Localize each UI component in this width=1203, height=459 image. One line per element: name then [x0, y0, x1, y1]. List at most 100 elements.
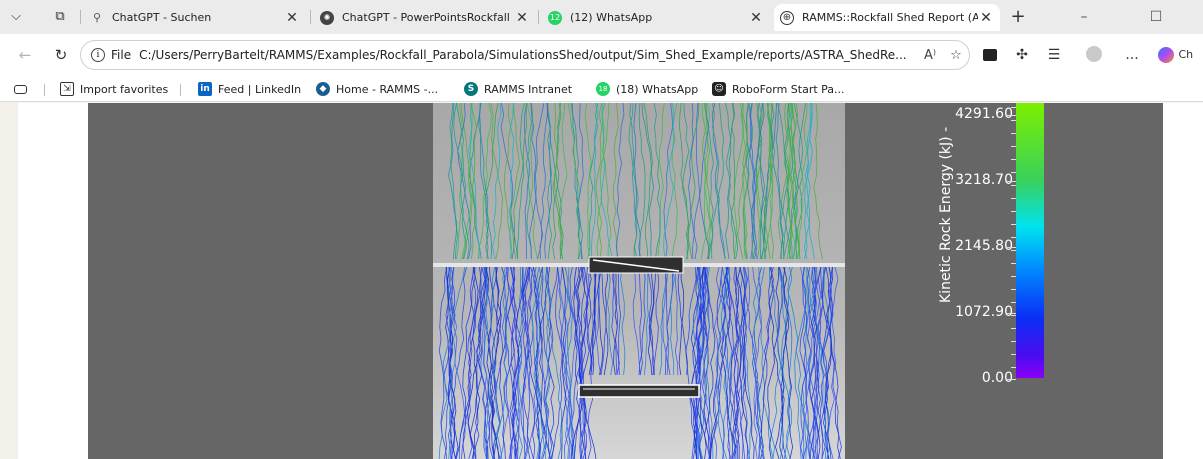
whatsapp-icon: 18: [596, 82, 610, 96]
whatsapp-icon: 12: [548, 10, 562, 25]
upper-shed-block: [588, 256, 684, 274]
sidebar-toggle-icon[interactable]: [14, 80, 27, 98]
favorite-label: Feed | LinkedIn: [218, 82, 302, 96]
favorite-ramms-intranet[interactable]: S RAMMS Intranet: [464, 80, 572, 98]
colorbar-minor-tick: [1011, 289, 1016, 290]
favorites-divider: [44, 84, 45, 96]
colorbar-tick-label: 1072.90: [955, 304, 1013, 320]
favorite-import[interactable]: ⇲ Import favorites: [60, 80, 168, 98]
close-tab-icon[interactable]: ✕: [514, 10, 530, 26]
address-scheme: File: [111, 48, 132, 62]
colorbar-tick-label: 3218.70: [955, 172, 1013, 188]
profile-avatar[interactable]: [1084, 46, 1104, 64]
info-icon[interactable]: i: [91, 48, 105, 62]
favorite-linkedin[interactable]: in Feed | LinkedIn: [198, 80, 301, 98]
sharepoint-icon: S: [464, 82, 478, 96]
tab-label: (12) WhatsApp: [570, 11, 653, 24]
report-page: Kinetic Rock Energy (kJ) - 4291.60 3218.7…: [18, 103, 1203, 459]
tab-label: ChatGPT - Suchen: [112, 11, 212, 24]
energy-colorbar: [1016, 103, 1044, 378]
tab-label: ChatGPT - PowerPointsRockfall: [342, 11, 510, 24]
colorbar-minor-tick: [1011, 250, 1016, 251]
ramms-icon: ◆: [316, 82, 330, 96]
colorbar-tick: [1006, 247, 1016, 248]
favorite-label: RAMMS Intranet: [484, 82, 573, 96]
linkedin-icon: in: [198, 82, 212, 96]
colorbar-tick: [1006, 181, 1016, 182]
colorbar-tick-label: 4291.60: [955, 106, 1013, 122]
tab-chatgpt-suchen[interactable]: ⚲ ChatGPT - Suchen ✕: [84, 4, 306, 31]
workspaces-icon[interactable]: ⧉: [52, 9, 68, 25]
extensions-puzzle-icon[interactable]: ✣: [1012, 46, 1032, 64]
new-tab-plus-icon[interactable]: +: [1010, 8, 1026, 26]
colorbar-minor-tick: [1011, 302, 1016, 303]
colorbar-minor-tick: [1011, 198, 1016, 199]
colorbar-minor-tick: [1011, 237, 1016, 238]
close-tab-icon[interactable]: ✕: [284, 10, 300, 26]
colorbar-minor-tick: [1011, 224, 1016, 225]
openai-icon: ✺: [320, 10, 334, 25]
favorite-label: (18) WhatsApp: [616, 82, 699, 96]
tab-chatgpt-powerpoints[interactable]: ✺ ChatGPT - PowerPointsRockfall ✕: [314, 4, 536, 31]
search-icon: ⚲: [92, 11, 102, 24]
colorbar-tick: [1006, 379, 1016, 380]
favorite-star-icon[interactable]: ☆: [943, 48, 969, 63]
tab-whatsapp[interactable]: 12 (12) WhatsApp ✕: [542, 4, 770, 31]
colorbar-minor-tick: [1011, 263, 1016, 264]
colorbar-minor-tick: [1011, 276, 1016, 277]
colorbar-minor-tick: [1011, 341, 1016, 342]
colorbar-tick: [1006, 313, 1016, 314]
close-tab-icon[interactable]: ✕: [978, 10, 994, 26]
navigation-toolbar: ← ↻ i File C:/Users/PerryBartelt/RAMMS/E…: [0, 34, 1203, 76]
more-menu-icon[interactable]: ...: [1122, 46, 1142, 64]
tab-strip: ⌵ ⧉ ⚲ ChatGPT - Suchen ✕ ✺ ChatGPT - Pow…: [0, 0, 1203, 34]
colorbar-minor-tick: [1011, 367, 1016, 368]
tab-ramms-report[interactable]: ⊕ RAMMS::Rockfall Shed Report (AST ✕: [774, 4, 1000, 31]
colorbar-minor-tick: [1011, 146, 1016, 147]
lower-shed-block: [578, 384, 700, 398]
favorite-label: Import favorites: [80, 82, 169, 96]
address-url[interactable]: C:/Users/PerryBartelt/RAMMS/Examples/Roc…: [139, 48, 917, 62]
close-tab-icon[interactable]: ✕: [748, 10, 764, 26]
tab-actions-chevron-icon[interactable]: ⌵: [8, 9, 24, 25]
colorbar-title: Kinetic Rock Energy (kJ) -: [938, 126, 954, 303]
maximize-button[interactable]: ☐: [1134, 6, 1178, 28]
colorbar-tick: [1006, 115, 1016, 116]
colorbar-minor-tick: [1011, 185, 1016, 186]
extension-icon[interactable]: [980, 46, 1000, 64]
tab-divider: [310, 10, 311, 24]
colorbar-minor-tick: [1011, 354, 1016, 355]
favorites-divider: [180, 84, 181, 96]
colorbar-minor-tick: [1011, 159, 1016, 160]
favorite-label: Home - RAMMS -...: [336, 82, 439, 96]
colorbar-minor-tick: [1011, 172, 1016, 173]
favorite-ramms-home[interactable]: ◆ Home - RAMMS -...: [316, 80, 438, 98]
address-bar[interactable]: i File C:/Users/PerryBartelt/RAMMS/Examp…: [80, 40, 970, 70]
favorites-list-icon[interactable]: ☰: [1044, 46, 1064, 64]
tab-divider: [80, 10, 81, 24]
colorbar-minor-tick: [1011, 328, 1016, 329]
tab-label: RAMMS::Rockfall Shed Report (AST: [802, 11, 978, 24]
colorbar-minor-tick: [1011, 120, 1016, 121]
tab-divider: [538, 10, 539, 24]
favorite-whatsapp[interactable]: 18 (18) WhatsApp: [596, 80, 698, 98]
globe-icon: ⊕: [780, 10, 794, 25]
colorbar-minor-tick: [1011, 211, 1016, 212]
simulation-viewer: Kinetic Rock Energy (kJ) - 4291.60 3218.7…: [88, 103, 1163, 459]
back-arrow-icon[interactable]: ←: [16, 46, 34, 64]
favorite-label: RoboForm Start Pa...: [732, 82, 845, 96]
roboform-icon: ☺: [712, 82, 726, 96]
copilot-icon: [1158, 47, 1174, 63]
minimize-button[interactable]: –: [1062, 6, 1106, 28]
colorbar-minor-tick: [1011, 315, 1016, 316]
favorites-bar: ⇲ Import favorites in Feed | LinkedIn ◆ …: [0, 76, 1203, 102]
read-aloud-icon[interactable]: A⁾: [917, 48, 943, 63]
rockfall-trajectory-plot: [433, 103, 845, 459]
refresh-icon[interactable]: ↻: [52, 46, 70, 64]
colorbar-tick-label: 0.00: [981, 370, 1013, 386]
colorbar-tick-label: 2145.80: [955, 238, 1013, 254]
page-content: Kinetic Rock Energy (kJ) - 4291.60 3218.7…: [0, 103, 1203, 459]
favorite-roboform[interactable]: ☺ RoboForm Start Pa...: [712, 80, 845, 98]
copilot-button[interactable]: Ch: [1158, 46, 1200, 64]
folder-import-icon: ⇲: [60, 82, 74, 96]
